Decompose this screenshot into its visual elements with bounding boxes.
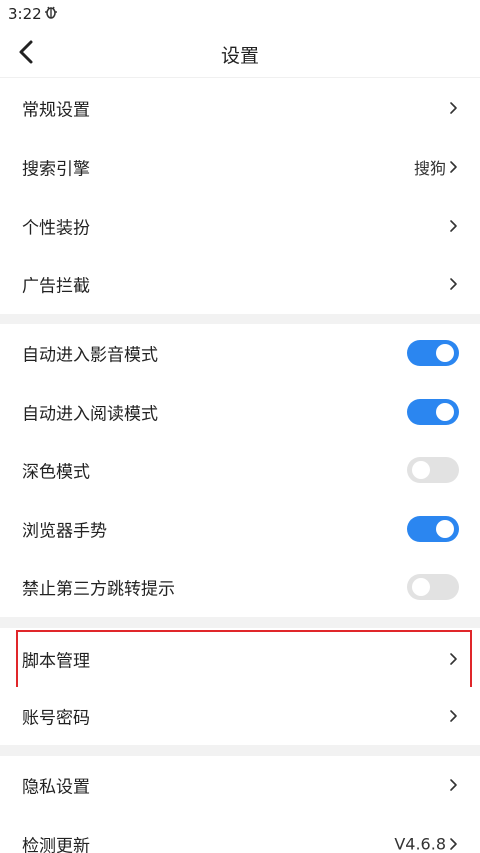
status-time: 3:22 bbox=[8, 5, 42, 23]
bug-icon bbox=[44, 5, 58, 23]
row-label: 账号密码 bbox=[22, 708, 90, 729]
chevron-right-icon bbox=[448, 652, 458, 666]
chevron-right-icon bbox=[448, 778, 458, 792]
settings-row-general[interactable]: 常规设置 bbox=[0, 79, 480, 137]
row-label: 隐私设置 bbox=[22, 777, 90, 798]
toggle-knob bbox=[412, 461, 430, 479]
toggle-knob bbox=[412, 578, 430, 596]
settings-row-search-engine[interactable]: 搜索引擎 搜狗 bbox=[0, 138, 480, 196]
status-bar: 3:22 bbox=[0, 0, 480, 28]
toggle-switch[interactable] bbox=[407, 399, 459, 425]
row-label: 自动进入阅读模式 bbox=[22, 404, 158, 425]
row-label: 搜索引擎 bbox=[22, 159, 90, 180]
row-label: 自动进入影音模式 bbox=[22, 345, 158, 366]
chevron-right-icon bbox=[448, 837, 458, 851]
page-title: 设置 bbox=[220, 45, 259, 67]
settings-row-block-redirect-prompt: 禁止第三方跳转提示 bbox=[0, 558, 480, 616]
row-label: 浏览器手势 bbox=[22, 521, 107, 542]
chevron-right-icon bbox=[448, 160, 458, 174]
toggle-knob bbox=[436, 344, 454, 362]
chevron-right-icon bbox=[448, 709, 458, 723]
toggle-switch[interactable] bbox=[407, 340, 459, 366]
toggle-knob bbox=[436, 403, 454, 421]
settings-row-auto-media-mode: 自动进入影音模式 bbox=[0, 324, 480, 382]
row-label: 广告拦截 bbox=[22, 276, 90, 297]
chevron-right-icon bbox=[448, 277, 458, 291]
settings-row-dark-mode: 深色模式 bbox=[0, 441, 480, 499]
settings-row-auto-reading-mode: 自动进入阅读模式 bbox=[0, 383, 480, 441]
search-engine-value: 搜狗 bbox=[413, 159, 446, 178]
header-bar: 设置 bbox=[0, 28, 480, 78]
row-label: 常规设置 bbox=[22, 100, 90, 121]
settings-row-browser-gestures: 浏览器手势 bbox=[0, 500, 480, 558]
toggle-switch[interactable] bbox=[407, 516, 459, 542]
section-divider bbox=[0, 314, 480, 324]
row-label: 检测更新 bbox=[22, 836, 90, 853]
row-label: 深色模式 bbox=[22, 462, 90, 483]
chevron-right-icon bbox=[448, 219, 458, 233]
toggle-switch[interactable] bbox=[407, 457, 459, 483]
settings-row-accounts-passwords[interactable]: 账号密码 bbox=[0, 687, 480, 745]
settings-row-privacy[interactable]: 隐私设置 bbox=[0, 756, 480, 814]
chevron-right-icon bbox=[448, 101, 458, 115]
row-label: 禁止第三方跳转提示 bbox=[22, 579, 175, 600]
section-divider bbox=[0, 617, 480, 628]
settings-row-ad-block[interactable]: 广告拦截 bbox=[0, 255, 480, 313]
row-label: 脚本管理 bbox=[22, 651, 90, 672]
version-value: V4.6.8 bbox=[394, 834, 446, 853]
section-divider bbox=[0, 745, 480, 756]
settings-row-script-management[interactable]: 脚本管理 bbox=[0, 630, 480, 688]
toggle-switch[interactable] bbox=[407, 574, 459, 600]
toggle-knob bbox=[436, 520, 454, 538]
row-label: 个性装扮 bbox=[22, 218, 90, 239]
settings-row-personalize[interactable]: 个性装扮 bbox=[0, 197, 480, 255]
settings-row-check-update[interactable]: 检测更新 V4.6.8 bbox=[0, 815, 480, 853]
